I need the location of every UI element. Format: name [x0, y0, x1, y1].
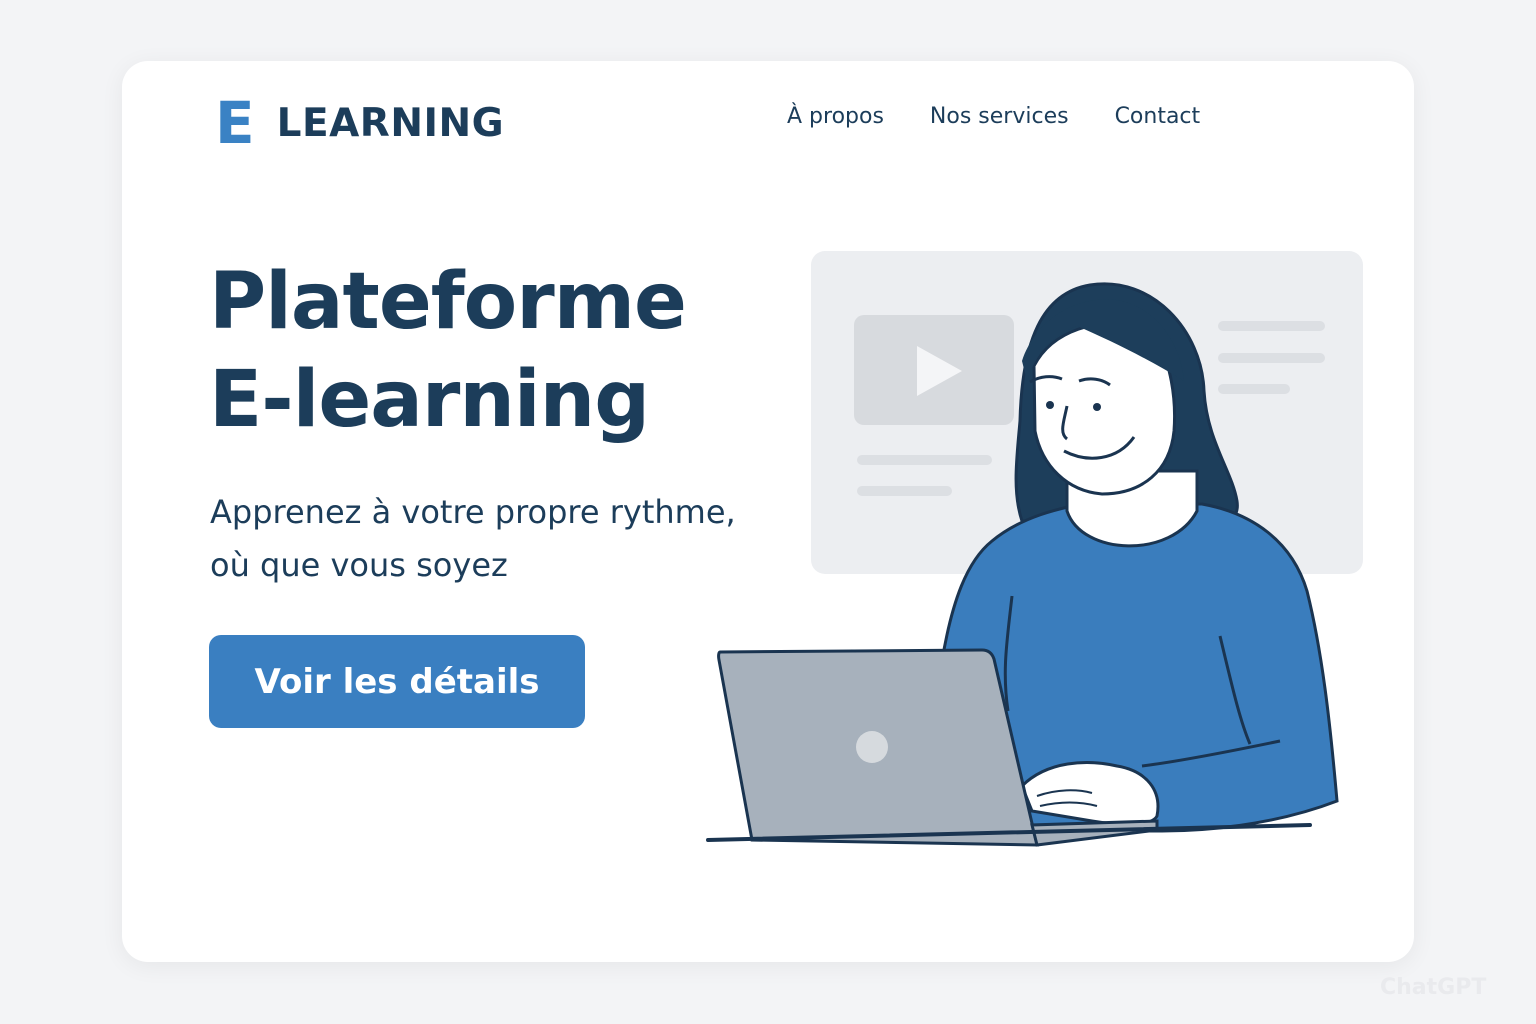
video-play-icon: [854, 315, 1014, 425]
watermark: ChatGPT: [1380, 975, 1487, 1000]
hero-illustration: [706, 251, 1363, 847]
main-card: E LEARNING À propos Nos services Contact…: [122, 61, 1414, 962]
